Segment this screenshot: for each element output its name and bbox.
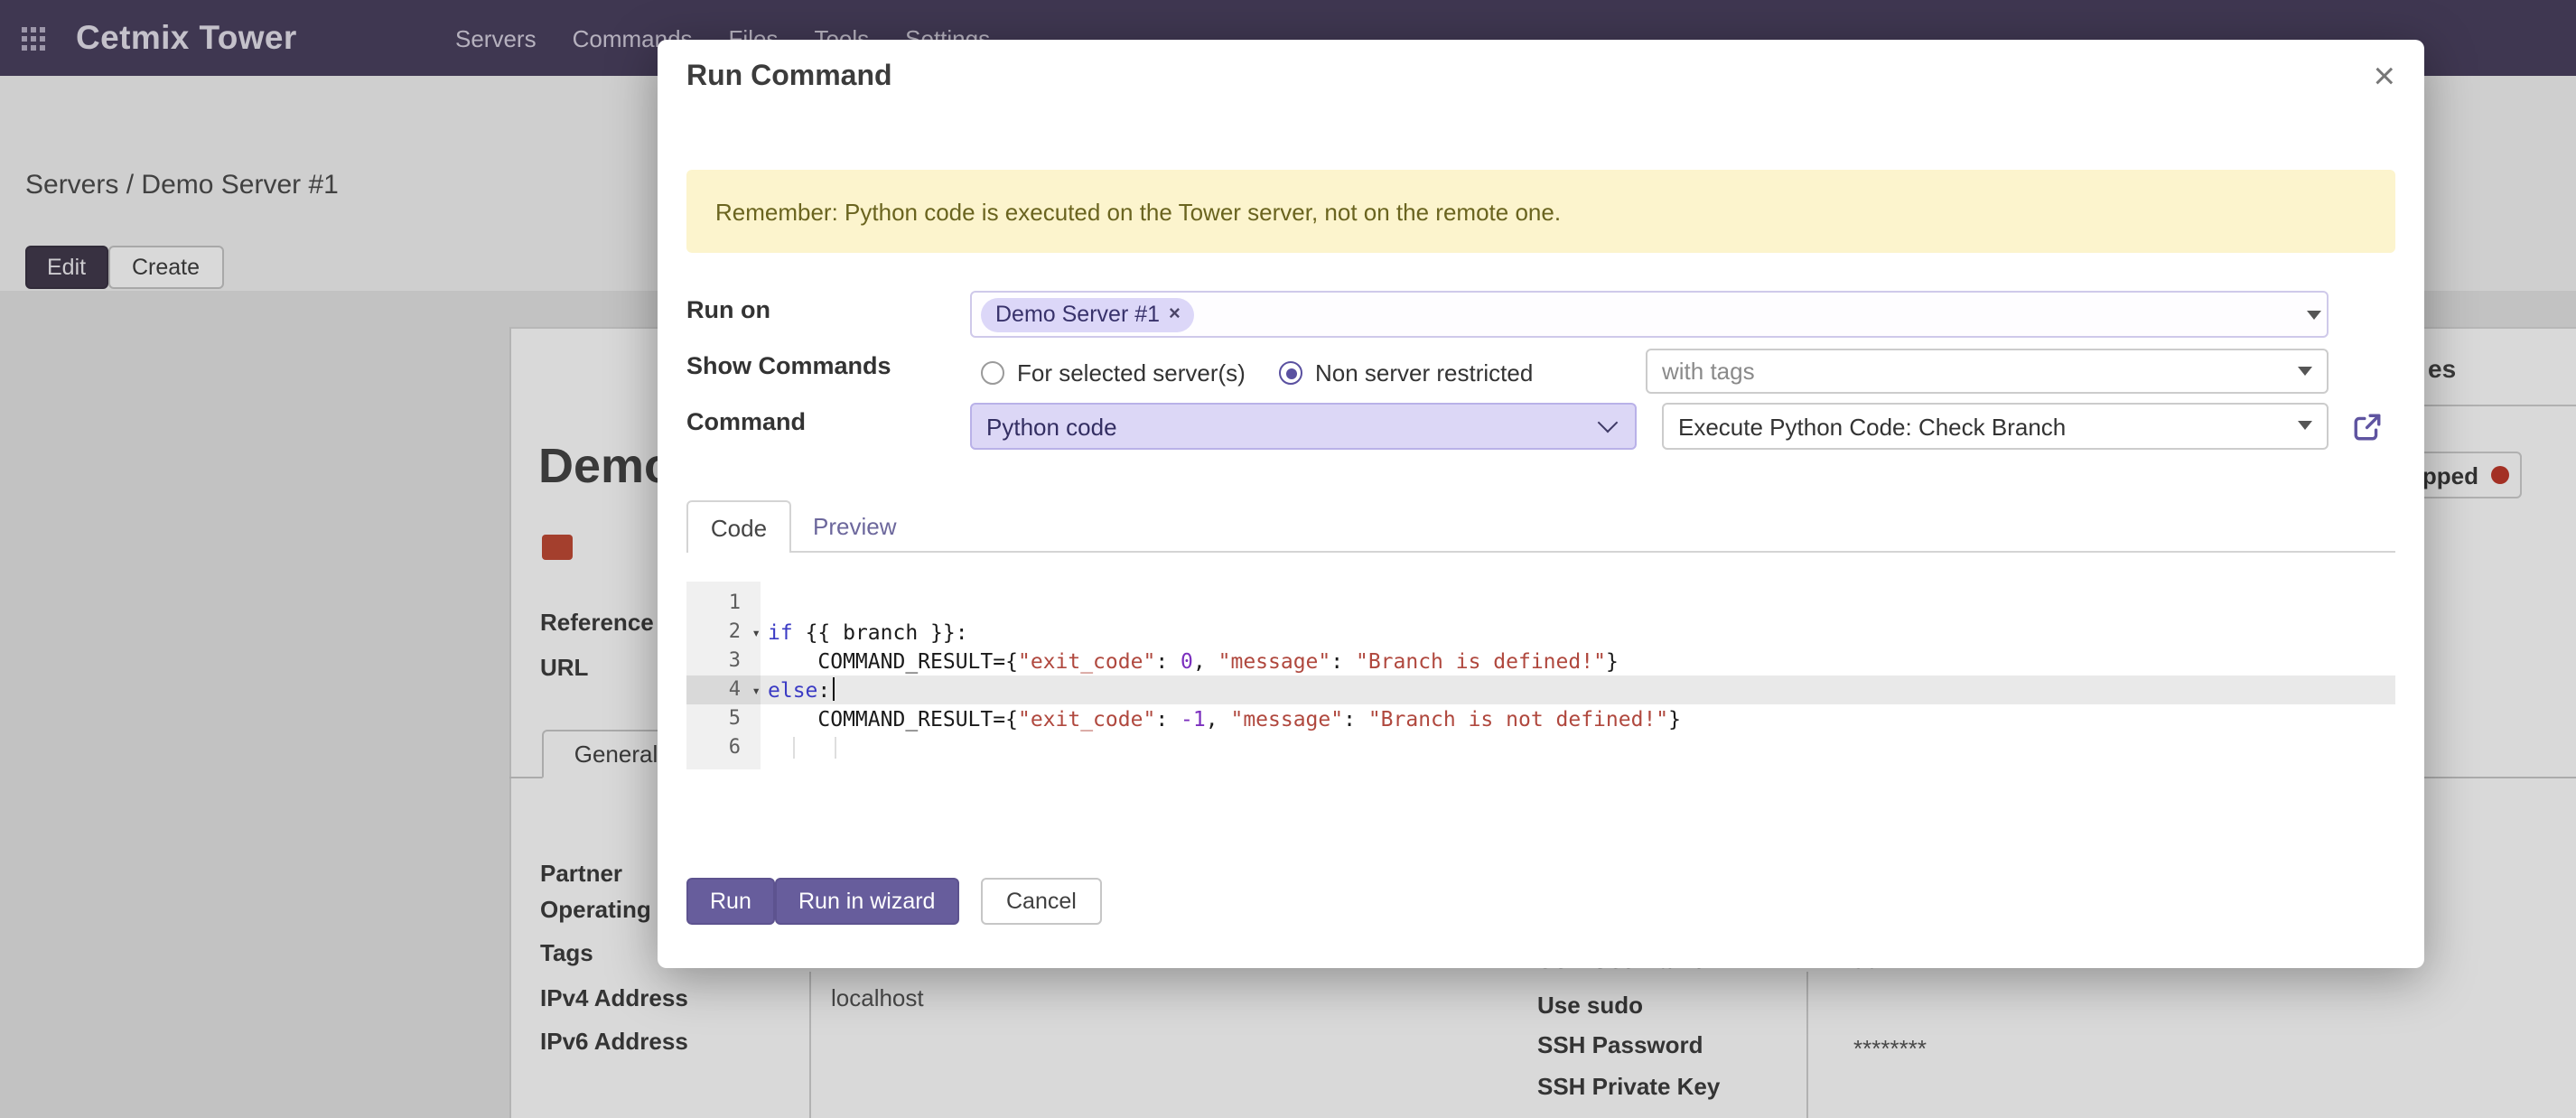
code-line[interactable]: 3 COMMAND_RESULT={"exit_code": 0, "messa… xyxy=(686,647,2395,675)
text-cursor xyxy=(832,677,835,701)
command-select[interactable]: Execute Python Code: Check Branch xyxy=(1662,403,2329,450)
run-on-label: Run on xyxy=(686,296,770,323)
code-text: if {{ branch }}: xyxy=(761,618,2395,647)
indent-guide xyxy=(793,737,795,759)
code-token: "message" xyxy=(1230,706,1343,731)
run-command-modal: Run Command × Remember: Python code is e… xyxy=(658,40,2424,968)
with-tags-placeholder: with tags xyxy=(1662,358,1755,385)
python-warning-alert: Remember: Python code is executed on the… xyxy=(686,170,2395,253)
show-commands-label: Show Commands xyxy=(686,352,891,379)
code-editor[interactable]: 12▾if {{ branch }}:3 COMMAND_RESULT={"ex… xyxy=(686,582,2395,769)
code-token: : xyxy=(1155,648,1181,674)
server-chip-label: Demo Server #1 xyxy=(995,302,1160,327)
code-token: : xyxy=(817,677,830,703)
code-token: : xyxy=(1155,706,1181,731)
line-number[interactable]: 2▾ xyxy=(686,618,761,647)
line-number[interactable]: 6 xyxy=(686,733,761,762)
code-token: {{ branch }}: xyxy=(793,620,968,645)
chevron-down-icon[interactable] xyxy=(2298,367,2312,376)
line-number[interactable]: 3 xyxy=(686,647,761,675)
server-chip[interactable]: Demo Server #1 × xyxy=(981,297,1195,331)
code-text xyxy=(761,733,2395,762)
code-lines: 12▾if {{ branch }}:3 COMMAND_RESULT={"ex… xyxy=(686,589,2395,762)
code-token: , xyxy=(1193,648,1218,674)
run-in-wizard-button[interactable]: Run in wizard xyxy=(775,878,958,925)
close-icon[interactable]: × xyxy=(2373,51,2395,104)
code-token: } xyxy=(1668,706,1681,731)
code-token: -1 xyxy=(1181,706,1206,731)
tabs-border xyxy=(686,551,2395,553)
cancel-button[interactable]: Cancel xyxy=(981,878,1102,925)
chevron-down-icon[interactable] xyxy=(2298,421,2312,430)
run-on-field[interactable]: Demo Server #1 × xyxy=(970,291,2329,338)
command-type-select[interactable]: Python code xyxy=(970,403,1637,450)
code-token: "exit_code" xyxy=(1018,648,1155,674)
code-text: else: xyxy=(761,675,2395,704)
code-line[interactable]: 2▾if {{ branch }}: xyxy=(686,618,2395,647)
code-line[interactable]: 1 xyxy=(686,589,2395,618)
command-label: Command xyxy=(686,408,806,435)
external-link-icon[interactable] xyxy=(2352,412,2383,443)
line-number[interactable]: 5 xyxy=(686,704,761,733)
radio-selected-servers-label[interactable]: For selected server(s) xyxy=(1017,359,1246,387)
code-token: "Branch is defined!" xyxy=(1356,648,1606,674)
with-tags-select[interactable]: with tags xyxy=(1646,349,2329,394)
line-number[interactable]: 4▾ xyxy=(686,675,761,704)
code-text: COMMAND_RESULT={"exit_code": 0, "message… xyxy=(761,647,2395,675)
code-text xyxy=(761,589,2395,618)
remove-chip-icon[interactable]: × xyxy=(1169,303,1181,325)
screen: Cetmix Tower Servers Commands Files Tool… xyxy=(0,0,2576,1118)
indent-guide xyxy=(835,737,836,759)
code-token: } xyxy=(1606,648,1619,674)
code-token: "message" xyxy=(1218,648,1331,674)
modal-title: Run Command xyxy=(686,61,892,94)
code-token: "exit_code" xyxy=(1018,706,1155,731)
radio-selected-servers[interactable] xyxy=(981,361,1004,385)
code-token: COMMAND_RESULT={ xyxy=(768,648,1018,674)
chevron-down-icon[interactable] xyxy=(2307,311,2321,320)
code-token: : xyxy=(1343,706,1368,731)
code-token: COMMAND_RESULT={ xyxy=(768,706,1018,731)
code-token: : xyxy=(1330,648,1356,674)
tab-preview[interactable]: Preview xyxy=(813,513,897,540)
command-type-value: Python code xyxy=(986,413,1117,440)
code-token: if xyxy=(768,620,793,645)
code-text: COMMAND_RESULT={"exit_code": -1, "messag… xyxy=(761,704,2395,733)
code-token: 0 xyxy=(1181,648,1193,674)
command-value: Execute Python Code: Check Branch xyxy=(1678,413,2066,440)
code-token: else xyxy=(768,677,817,703)
code-line[interactable]: 5 COMMAND_RESULT={"exit_code": -1, "mess… xyxy=(686,704,2395,733)
fold-icon[interactable]: ▾ xyxy=(751,620,761,648)
code-token: "Branch is not defined!" xyxy=(1368,706,1668,731)
code-line[interactable]: 4▾else: xyxy=(686,675,2395,704)
code-line[interactable]: 6 xyxy=(686,733,2395,762)
radio-non-restricted[interactable] xyxy=(1279,361,1302,385)
run-button[interactable]: Run xyxy=(686,878,775,925)
radio-non-restricted-label[interactable]: Non server restricted xyxy=(1315,359,1533,387)
fold-icon[interactable]: ▾ xyxy=(751,677,761,706)
tab-code[interactable]: Code xyxy=(686,500,791,553)
line-number[interactable]: 1 xyxy=(686,589,761,618)
code-token: , xyxy=(1206,706,1231,731)
